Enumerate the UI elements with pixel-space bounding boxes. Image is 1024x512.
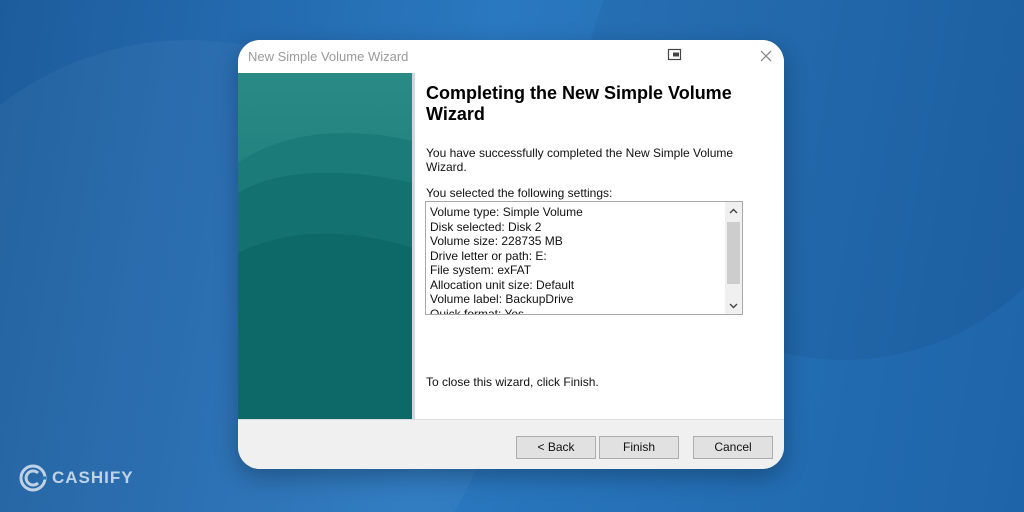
wizard-dialog: New Simple Volume Wizard Completing the … — [238, 40, 784, 469]
list-item: Volume label: BackupDrive — [430, 292, 574, 306]
window-title: New Simple Volume Wizard — [248, 49, 409, 64]
scroll-thumb[interactable] — [727, 222, 740, 284]
title-bar: New Simple Volume Wizard — [238, 40, 784, 73]
page-title: Completing the New Simple Volume Wizard — [426, 83, 732, 124]
list-item: File system: exFAT — [430, 263, 532, 277]
close-icon[interactable] — [758, 48, 774, 64]
list-item: Quick format: Yes — [430, 306, 525, 315]
logo-text: CASHIFY — [52, 468, 134, 487]
back-button[interactable]: < Back — [516, 436, 596, 459]
list-item: Disk selected: Disk 2 — [430, 219, 542, 234]
cancel-button[interactable]: Cancel — [693, 436, 773, 459]
wizard-side-banner — [238, 73, 412, 419]
chevron-down-icon[interactable] — [725, 297, 742, 314]
list-item: Volume size: 228735 MB — [430, 234, 563, 248]
list-item: Allocation unit size: Default — [430, 277, 575, 292]
close-hint: To close this wizard, click Finish. — [426, 375, 599, 389]
success-message: You have successfully completed the New … — [426, 146, 734, 174]
finish-button[interactable]: Finish — [599, 436, 679, 459]
settings-scrollbar[interactable] — [725, 202, 742, 314]
settings-list-box[interactable]: Volume type: Simple Volume Disk selected… — [425, 201, 743, 315]
brand-logo: CASHIFY — [18, 462, 134, 494]
chevron-up-icon[interactable] — [725, 202, 742, 219]
cashify-logo-icon — [18, 463, 48, 493]
settings-label: You selected the following settings: — [426, 186, 613, 200]
settings-list: Volume type: Simple Volume Disk selected… — [430, 205, 720, 315]
list-item: Volume type: Simple Volume — [430, 205, 583, 219]
help-icon[interactable] — [667, 48, 683, 62]
button-bar: < Back Finish Cancel — [238, 419, 784, 469]
list-item: Drive letter or path: E: — [430, 248, 547, 263]
wizard-content: Completing the New Simple Volume Wizard … — [415, 73, 784, 419]
